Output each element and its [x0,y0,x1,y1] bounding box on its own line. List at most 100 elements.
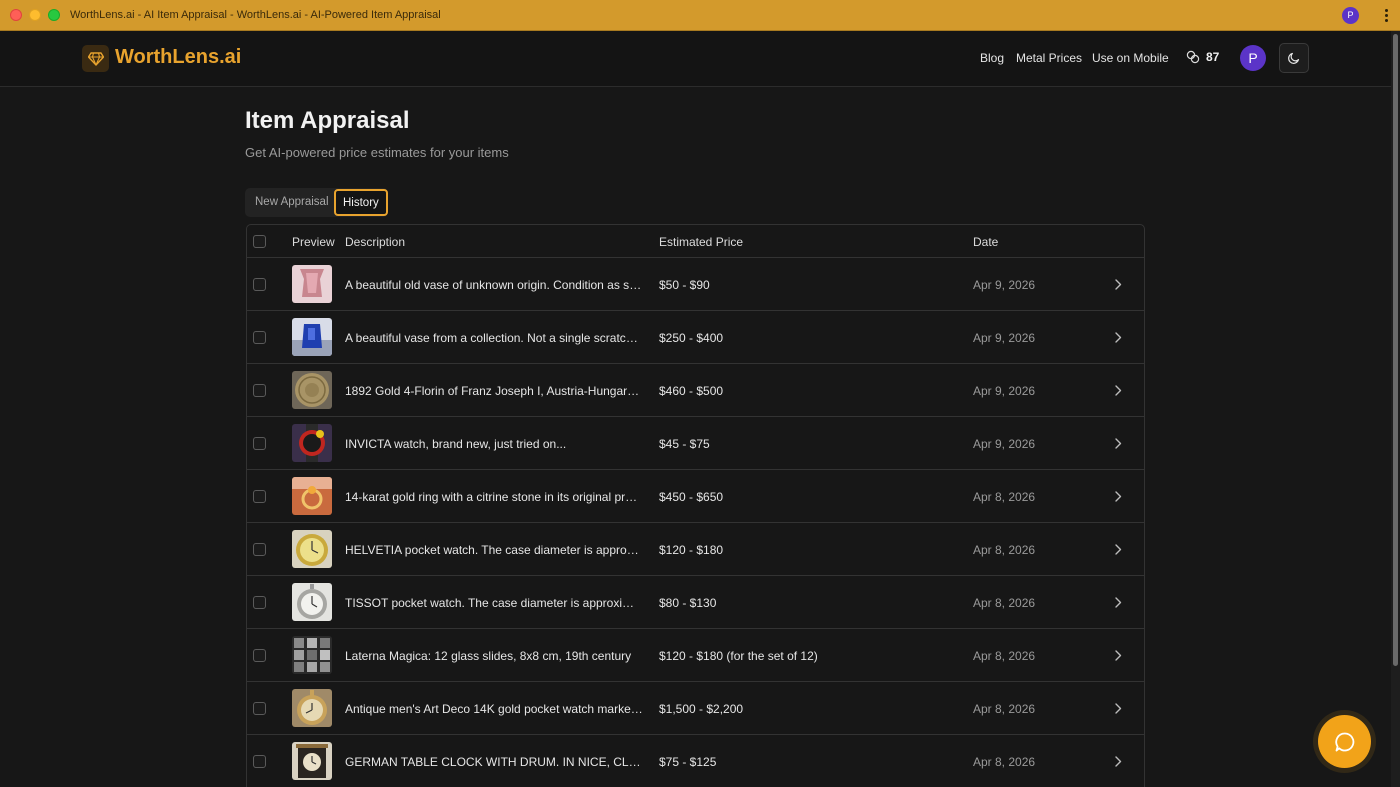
item-thumbnail [292,530,332,568]
table-row[interactable]: 1892 Gold 4-Florin of Franz Joseph I, Au… [247,364,1144,417]
user-avatar[interactable]: P [1240,45,1266,71]
browser-profile-avatar[interactable]: P [1342,7,1359,24]
minimize-window-button[interactable] [29,9,41,21]
table-header: Preview Description Estimated Price Date [247,225,1144,258]
appraisal-date: Apr 9, 2026 [973,278,1036,292]
estimated-price: $450 - $650 [659,490,724,504]
estimated-price: $1,500 - $2,200 [659,702,744,716]
item-thumbnail [292,477,332,515]
table-row[interactable]: TISSOT pocket watch. The case diameter i… [247,576,1144,629]
item-description: Antique men's Art Deco 14K gold pocket w… [345,702,643,716]
nav-blog-link[interactable]: Blog [980,51,1004,65]
table-row[interactable]: A beautiful vase from a collection. Not … [247,311,1144,364]
appraisal-date: Apr 9, 2026 [973,437,1036,451]
item-description: INVICTA watch, brand new, just tried on.… [345,437,567,451]
nav-mobile-link[interactable]: Use on Mobile [1092,51,1169,65]
column-header-price: Estimated Price [659,235,744,249]
item-thumbnail [292,583,332,621]
window-titlebar: WorthLens.ai - AI Item Appraisal - Worth… [0,0,1400,31]
appraisal-tabs: New Appraisal History [245,188,388,217]
estimated-price: $250 - $400 [659,331,724,345]
app-header: WorthLens.ai Blog Metal Prices Use on Mo… [0,31,1391,87]
item-thumbnail [292,742,332,780]
appraisal-date: Apr 8, 2026 [973,755,1036,769]
estimated-price: $50 - $90 [659,278,710,292]
appraisal-date: Apr 8, 2026 [973,490,1036,504]
maximize-window-button[interactable] [48,9,60,21]
appraisal-date: Apr 8, 2026 [973,596,1036,610]
appraisal-date: Apr 8, 2026 [973,702,1036,716]
table-row[interactable]: GERMAN TABLE CLOCK WITH DRUM. IN NICE, C… [247,735,1144,787]
item-thumbnail [292,318,332,356]
estimated-price: $45 - $75 [659,437,710,451]
tab-history[interactable]: History [334,189,388,216]
diamond-icon[interactable] [82,45,109,72]
item-thumbnail [292,636,332,674]
history-table: Preview Description Estimated Price Date… [246,224,1145,787]
chat-bubble-icon [1334,732,1354,751]
estimated-price: $75 - $125 [659,755,717,769]
chevron-right-icon[interactable] [1113,649,1123,662]
row-checkbox[interactable] [253,490,266,503]
row-checkbox[interactable] [253,649,266,662]
credits-count: 87 [1206,50,1220,64]
table-row[interactable]: Laterna Magica: 12 glass slides, 8x8 cm,… [247,629,1144,682]
close-window-button[interactable] [10,9,22,21]
estimated-price: $120 - $180 [659,543,724,557]
appraisal-date: Apr 8, 2026 [973,543,1036,557]
chevron-right-icon[interactable] [1113,278,1123,291]
item-description: TISSOT pocket watch. The case diameter i… [345,596,643,610]
chevron-right-icon[interactable] [1113,543,1123,556]
chevron-right-icon[interactable] [1113,384,1123,397]
moon-icon [1288,52,1300,64]
column-header-description: Description [345,235,406,249]
item-description: HELVETIA pocket watch. The case diameter… [345,543,643,557]
item-description: 1892 Gold 4-Florin of Franz Joseph I, Au… [345,384,643,398]
item-thumbnail [292,371,332,409]
table-row[interactable]: Antique men's Art Deco 14K gold pocket w… [247,682,1144,735]
item-thumbnail [292,265,332,303]
chevron-right-icon[interactable] [1113,490,1123,503]
row-checkbox[interactable] [253,384,266,397]
chevron-right-icon[interactable] [1113,331,1123,344]
row-checkbox[interactable] [253,702,266,715]
chevron-right-icon[interactable] [1113,702,1123,715]
appraisal-date: Apr 9, 2026 [973,384,1036,398]
tab-new-appraisal[interactable]: New Appraisal [249,191,335,214]
row-checkbox[interactable] [253,596,266,609]
row-checkbox[interactable] [253,543,266,556]
estimated-price: $460 - $500 [659,384,724,398]
table-body: A beautiful old vase of unknown origin. … [247,258,1144,787]
row-checkbox[interactable] [253,331,266,344]
table-row[interactable]: HELVETIA pocket watch. The case diameter… [247,523,1144,576]
chevron-right-icon[interactable] [1113,596,1123,609]
theme-toggle-button[interactable] [1279,43,1309,73]
row-checkbox[interactable] [253,437,266,450]
appraisal-date: Apr 8, 2026 [973,649,1036,663]
browser-menu-icon[interactable] [1381,8,1391,24]
item-thumbnail [292,689,332,727]
column-header-preview: Preview [292,235,335,249]
chevron-right-icon[interactable] [1113,437,1123,450]
item-description: A beautiful old vase of unknown origin. … [345,278,643,292]
row-checkbox[interactable] [253,278,266,291]
window-title: WorthLens.ai - AI Item Appraisal - Worth… [70,9,441,21]
column-header-date: Date [973,235,999,249]
row-checkbox[interactable] [253,755,266,768]
chat-button[interactable] [1318,715,1371,768]
page-title: Item Appraisal [245,107,410,134]
item-thumbnail [292,424,332,462]
nav-metal-prices-link[interactable]: Metal Prices [1016,51,1082,65]
estimated-price: $120 - $180 (for the set of 12) [659,649,818,663]
appraisal-date: Apr 9, 2026 [973,331,1036,345]
page-scrollbar-thumb[interactable] [1393,34,1398,666]
table-row[interactable]: A beautiful old vase of unknown origin. … [247,258,1144,311]
chevron-right-icon[interactable] [1113,755,1123,768]
select-all-checkbox[interactable] [253,235,266,248]
item-description: 14-karat gold ring with a citrine stone … [345,490,643,504]
credits-balance[interactable]: 87 [1186,50,1219,64]
logo-text[interactable]: WorthLens.ai [115,46,241,69]
coins-icon [1186,50,1200,64]
table-row[interactable]: 14-karat gold ring with a citrine stone … [247,470,1144,523]
table-row[interactable]: INVICTA watch, brand new, just tried on.… [247,417,1144,470]
